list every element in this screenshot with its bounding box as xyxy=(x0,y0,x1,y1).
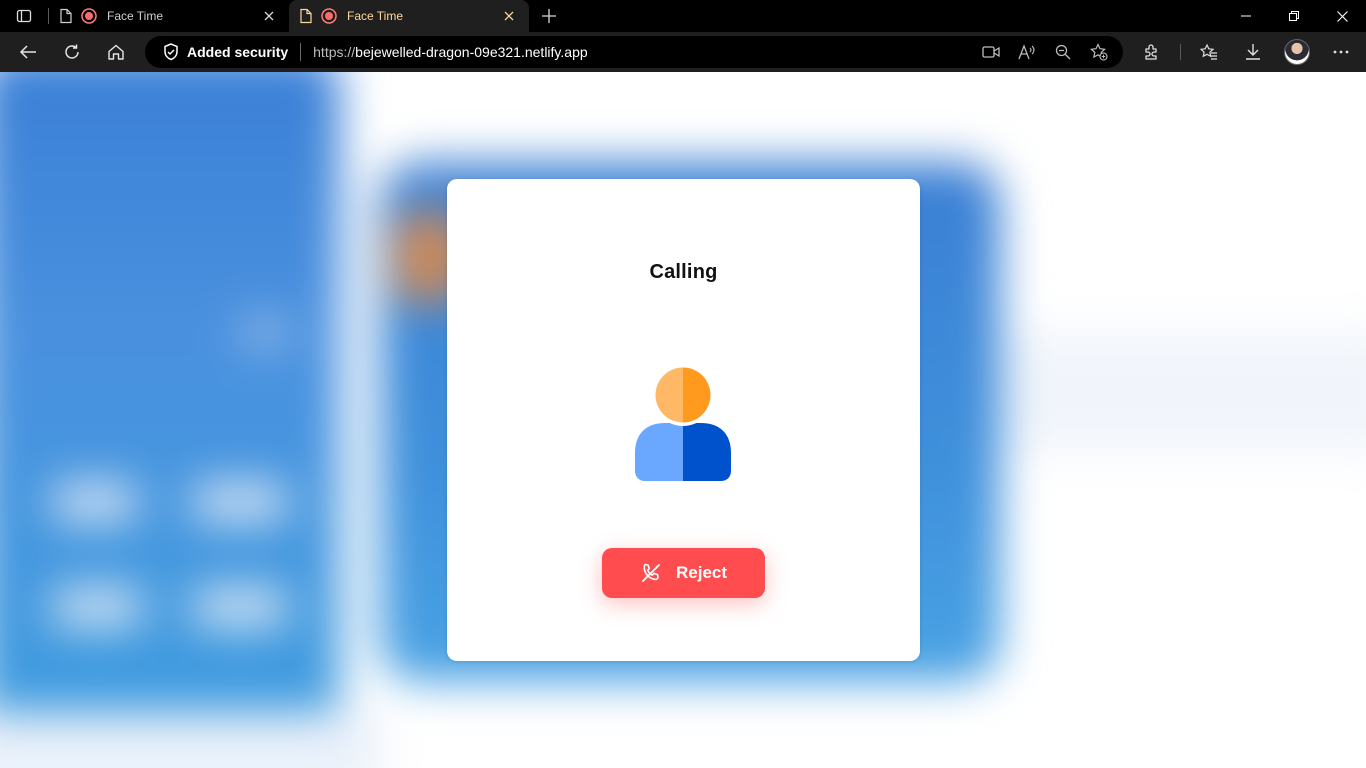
page-content: Calling Reject xyxy=(0,72,1366,768)
more-icon xyxy=(1333,50,1349,54)
close-tab-button[interactable] xyxy=(499,6,519,26)
zoom-button[interactable] xyxy=(1045,36,1081,68)
address-bar[interactable]: Added security https://bejewelled-dragon… xyxy=(145,36,1123,68)
tab-face-time-2[interactable]: Face Time xyxy=(289,0,529,32)
tab-title: Face Time xyxy=(347,9,404,23)
home-icon xyxy=(108,44,124,60)
recording-icon xyxy=(81,8,97,24)
blurred-haze xyxy=(1000,332,1366,452)
blurred-sidebar-panel xyxy=(0,72,340,752)
caller-avatar-icon xyxy=(635,367,731,481)
browser-titlebar: Face Time Face Time xyxy=(0,0,1366,32)
window-controls xyxy=(1222,0,1366,32)
restore-icon xyxy=(1289,11,1299,21)
minimize-icon xyxy=(1241,15,1251,17)
recording-icon xyxy=(321,8,337,24)
back-arrow-icon xyxy=(19,45,36,59)
back-button[interactable] xyxy=(6,34,50,70)
restore-button[interactable] xyxy=(1270,0,1318,32)
download-icon xyxy=(1246,44,1260,60)
read-aloud-button[interactable] xyxy=(1009,36,1045,68)
blurred-pill xyxy=(50,482,140,522)
read-aloud-icon xyxy=(1018,44,1035,60)
security-label: Added security xyxy=(187,44,289,60)
close-icon xyxy=(264,11,274,21)
tab-face-time-1[interactable]: Face Time xyxy=(49,0,289,32)
tab-actions-icon xyxy=(16,9,32,23)
extensions-button[interactable] xyxy=(1130,34,1174,70)
refresh-button[interactable] xyxy=(50,34,94,70)
reject-call-button[interactable]: Reject xyxy=(602,548,765,598)
video-camera-icon xyxy=(982,46,1000,58)
add-favorite-icon xyxy=(1090,43,1108,61)
favorites-icon xyxy=(1200,43,1217,60)
profile-button[interactable] xyxy=(1275,34,1319,70)
add-favorite-button[interactable] xyxy=(1081,36,1117,68)
profile-avatar xyxy=(1284,39,1310,65)
url-host: bejewelled-dragon-09e321.netlify.app xyxy=(355,44,588,60)
extensions-icon xyxy=(1145,44,1157,60)
address-bar-actions xyxy=(973,36,1117,68)
tab-title: Face Time xyxy=(107,9,164,23)
blurred-pill xyxy=(190,482,290,522)
close-icon xyxy=(1336,10,1348,22)
blurred-pill xyxy=(50,587,145,627)
phone-hangup-icon xyxy=(640,562,662,584)
blurred-pill xyxy=(240,317,290,347)
home-button[interactable] xyxy=(94,34,138,70)
minimize-button[interactable] xyxy=(1222,0,1270,32)
url-text[interactable]: https://bejewelled-dragon-09e321.netlify… xyxy=(313,44,588,60)
refresh-icon xyxy=(65,44,79,59)
address-divider xyxy=(300,43,302,61)
plus-icon xyxy=(542,9,556,23)
downloads-button[interactable] xyxy=(1231,34,1275,70)
calling-dialog: Calling Reject xyxy=(447,179,920,661)
reject-label: Reject xyxy=(675,563,728,582)
toolbar-separator xyxy=(1180,44,1181,60)
blurred-pill xyxy=(190,587,290,627)
page-icon xyxy=(60,8,72,24)
camera-button[interactable] xyxy=(973,36,1009,68)
shield-icon xyxy=(164,43,178,61)
toolbar-right xyxy=(1130,32,1363,72)
favorites-button[interactable] xyxy=(1187,34,1231,70)
calling-title: Calling xyxy=(649,261,718,283)
settings-more-button[interactable] xyxy=(1319,34,1363,70)
close-window-button[interactable] xyxy=(1318,0,1366,32)
close-icon xyxy=(504,11,514,21)
url-scheme: https:// xyxy=(313,44,356,60)
tab-actions-button[interactable] xyxy=(0,0,48,32)
new-tab-button[interactable] xyxy=(533,0,565,32)
close-tab-button[interactable] xyxy=(259,6,279,26)
blurred-haze xyxy=(0,712,380,768)
zoom-out-icon xyxy=(1055,44,1071,60)
security-indicator[interactable]: Added security xyxy=(163,43,288,61)
browser-toolbar: Added security https://bejewelled-dragon… xyxy=(0,32,1366,72)
page-icon xyxy=(300,8,312,24)
